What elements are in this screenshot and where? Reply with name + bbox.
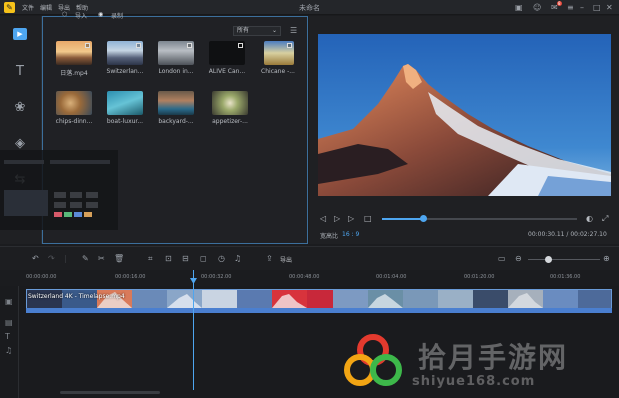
speed-icon[interactable]: ◷ [218,254,225,263]
media-thumb-sunset[interactable] [56,41,92,65]
watermark-url: shiyue168.com [412,374,536,389]
fullscreen-icon[interactable]: ⤢ [602,214,608,224]
record-label[interactable]: 录制 [111,11,123,20]
ruler-label: 00:01:36.00 [550,274,581,280]
timecode: 00:00:30.11 / 00:02:27.10 [528,231,607,238]
aspect-ratio-value[interactable]: 16 : 9 [342,231,359,238]
import-label[interactable]: 导入 [75,11,87,20]
matterhorn-image [318,34,611,196]
media-label: Chicane -... [261,68,295,75]
zoom-slider[interactable] [528,259,600,260]
filter-tab-icon[interactable]: ❀ [10,100,30,116]
clip-title: Switzerland 4K - Timelapse.mp4 [28,293,125,300]
seek-handle[interactable] [420,215,427,222]
ruler-label: 00:00:48.00 [289,274,320,280]
media-label: backyard-... [158,118,194,125]
timeline-toolbar [0,246,619,270]
media-label: London in... [158,68,194,75]
media-thumb-chicane[interactable] [264,41,294,65]
watermark-logo [344,334,402,386]
media-thumb-chips[interactable] [56,91,92,115]
seek-progress [382,218,424,220]
ruler-label: 00:00:32.00 [201,274,232,280]
divider-icon: | [64,254,67,263]
ruler-label: 00:00:16.00 [115,274,146,280]
music-track-icon[interactable]: ♫ [5,346,12,355]
user-icon[interactable]: ☺ [533,3,541,12]
delete-icon[interactable]: 🗑 [114,254,124,263]
timeline-scrollbar[interactable] [60,391,160,394]
text-tab-icon[interactable]: T [10,64,30,80]
media-thumb-backyard[interactable] [158,91,194,115]
ghost-overlay [0,150,118,230]
media-label: appetizer-... [212,118,248,125]
zoom-handle[interactable] [545,256,552,263]
close-icon[interactable]: ✕ [606,3,613,12]
media-thumb-alive[interactable] [209,41,245,65]
export-button[interactable]: 导出 [280,255,292,264]
maximize-icon[interactable]: □ [593,3,601,12]
media-tab-icon[interactable]: ▶ [13,28,27,40]
import-icon[interactable]: ⬡ [62,11,67,18]
chat-icon[interactable]: ▣ [515,3,523,12]
zoom-in-icon[interactable]: ⊕ [603,254,610,263]
step-back-icon[interactable]: ◁ [320,214,326,223]
snapshot-icon[interactable]: ◻ [200,254,207,263]
list-view-icon[interactable]: ☰ [290,26,297,35]
video-track-icon[interactable]: ▣ [5,297,13,306]
zoom-out-icon[interactable]: ⊖ [515,254,522,263]
media-label: Switzerlan... [106,68,144,75]
volume-icon[interactable]: ◐ [586,214,593,223]
transform-icon[interactable]: ⊡ [165,254,172,263]
track-divider [18,286,19,398]
chevron-down-icon: ⌄ [271,27,277,34]
redo-icon[interactable]: ↷ [48,254,55,263]
mic-icon[interactable]: ♫ [234,254,241,263]
media-label: ALIVE Can... [208,68,246,75]
overlay-track-icon[interactable]: ▤ [5,318,13,327]
minimize-icon[interactable]: – [580,3,584,12]
stop-icon[interactable]: □ [364,214,372,223]
media-thumb-london[interactable] [158,41,194,65]
media-label: chips-dinn... [55,118,93,125]
crop-icon[interactable]: ⌗ [148,254,153,264]
media-label: boat-luxur... [106,118,144,125]
record-radio-icon[interactable]: ◉ [98,11,103,18]
ruler-label: 00:01:20.00 [464,274,495,280]
ghost-editor-image [4,160,110,217]
playhead[interactable] [193,270,194,390]
play-icon[interactable]: ▷ [334,214,340,223]
media-thumb-appetizer[interactable] [212,91,248,115]
ruler-label: 00:00:00.00 [26,274,57,280]
media-filter-select[interactable]: 所有 ⌄ [233,26,281,36]
watermark-text: 拾月手游网 [418,341,569,374]
aspect-ratio-label: 宽高比 [320,233,339,240]
edit-icon[interactable]: ✎ [82,254,89,263]
fit-icon[interactable]: ▭ [498,254,506,263]
freeze-icon[interactable]: ⊟ [182,254,189,263]
undo-icon[interactable]: ↶ [32,254,39,263]
window-title: 未命名 [299,4,320,12]
time-ruler[interactable] [22,270,619,286]
media-thumb-switzerland[interactable] [107,41,143,65]
video-preview[interactable] [318,34,611,196]
text-track-icon[interactable]: T [5,332,10,341]
media-thumb-boat[interactable] [107,91,143,115]
ruler-label: 00:01:04.00 [376,274,407,280]
notification-badge: 8 [557,1,562,6]
step-forward-icon[interactable]: ▷ [348,214,354,223]
export-icon[interactable]: ⇪ [266,254,273,263]
clip-audio-bar [26,308,612,313]
menu-icon[interactable]: ≡ [567,3,574,12]
split-icon[interactable]: ✂ [98,254,105,263]
media-label: 日落.mp4 [60,70,88,77]
